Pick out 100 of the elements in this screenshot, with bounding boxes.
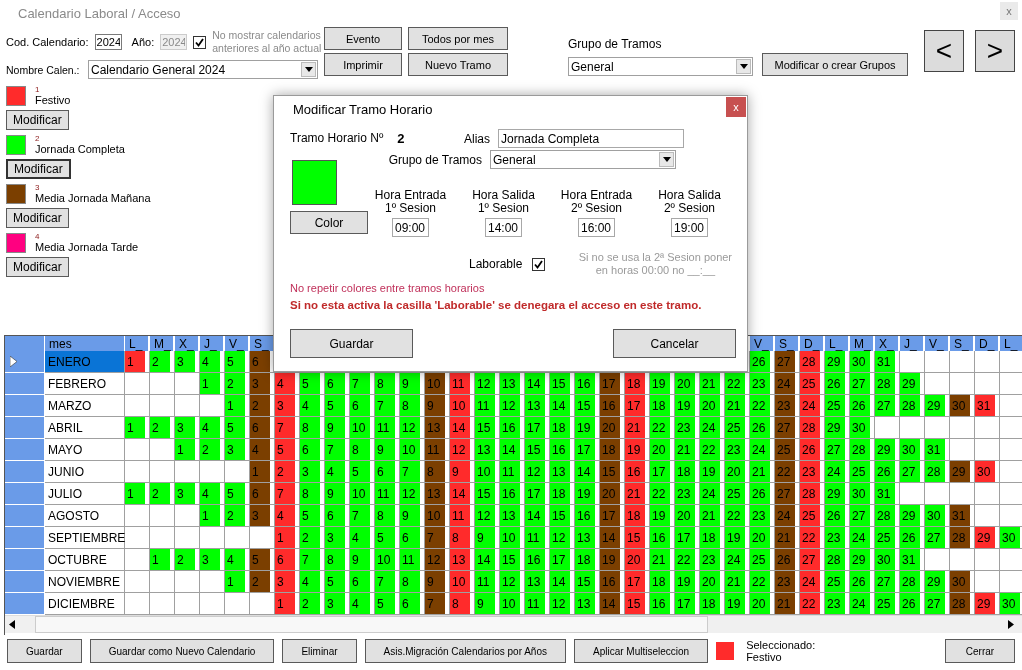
day-cell[interactable]: 4 xyxy=(275,373,295,394)
day-cell[interactable]: 29 xyxy=(825,417,845,438)
day-cell[interactable]: 18 xyxy=(625,505,645,526)
day-cell[interactable]: 28 xyxy=(800,417,820,438)
day-cell[interactable]: 17 xyxy=(550,549,570,570)
day-cell[interactable]: 14 xyxy=(525,373,545,394)
time-field[interactable]: 14:00 xyxy=(485,218,522,237)
day-cell[interactable]: 30 xyxy=(1000,593,1020,614)
month-cell[interactable]: FEBRERO xyxy=(45,373,125,394)
day-cell[interactable]: 7 xyxy=(325,439,345,460)
day-cell[interactable]: 31 xyxy=(900,549,920,570)
day-cell[interactable]: 2 xyxy=(150,417,170,438)
day-cell[interactable]: 5 xyxy=(325,395,345,416)
day-cell[interactable]: 19 xyxy=(725,527,745,548)
day-cell[interactable]: 28 xyxy=(900,571,920,592)
day-cell[interactable]: 22 xyxy=(650,417,670,438)
day-cell[interactable]: 29 xyxy=(900,505,920,526)
day-cell[interactable]: 18 xyxy=(650,395,670,416)
day-cell[interactable]: 4 xyxy=(200,351,220,372)
day-cell[interactable]: 5 xyxy=(325,571,345,592)
day-cell[interactable]: 21 xyxy=(750,461,770,482)
day-cell[interactable]: 25 xyxy=(875,593,895,614)
day-cell[interactable]: 10 xyxy=(350,417,370,438)
day-cell[interactable]: 22 xyxy=(725,373,745,394)
day-cell[interactable]: 21 xyxy=(700,373,720,394)
group-dropdown[interactable]: General xyxy=(568,57,753,76)
day-cell[interactable]: 11 xyxy=(475,571,495,592)
footer-button[interactable]: Aplicar Multiseleccion xyxy=(574,639,709,663)
day-cell[interactable]: 26 xyxy=(850,395,870,416)
day-cell[interactable]: 13 xyxy=(450,549,470,570)
day-cell[interactable]: 18 xyxy=(575,549,595,570)
day-cell[interactable]: 3 xyxy=(175,351,195,372)
day-cell[interactable]: 3 xyxy=(225,439,245,460)
day-cell[interactable]: 17 xyxy=(675,527,695,548)
day-cell[interactable]: 10 xyxy=(350,483,370,504)
row-header[interactable] xyxy=(5,351,45,373)
day-cell[interactable]: 23 xyxy=(750,505,770,526)
day-cell[interactable]: 1 xyxy=(225,395,245,416)
day-cell[interactable]: 13 xyxy=(575,527,595,548)
day-cell[interactable]: 25 xyxy=(725,483,745,504)
day-cell[interactable]: 15 xyxy=(475,483,495,504)
day-cell[interactable]: 20 xyxy=(750,527,770,548)
day-cell[interactable]: 11 xyxy=(450,373,470,394)
day-cell[interactable]: 6 xyxy=(400,527,420,548)
nav-button[interactable]: < xyxy=(924,30,964,72)
row-header[interactable] xyxy=(5,461,45,483)
day-cell[interactable]: 21 xyxy=(675,439,695,460)
day-cell[interactable]: 2 xyxy=(150,351,170,372)
day-cell[interactable]: 8 xyxy=(450,527,470,548)
day-cell[interactable]: 20 xyxy=(750,593,770,614)
row-header[interactable] xyxy=(5,571,45,593)
day-cell[interactable]: 12 xyxy=(550,527,570,548)
day-cell[interactable]: 3 xyxy=(175,417,195,438)
day-cell[interactable]: 18 xyxy=(650,571,670,592)
day-cell[interactable]: 29 xyxy=(925,395,945,416)
day-cell[interactable]: 2 xyxy=(300,527,320,548)
dialog-button[interactable]: Guardar xyxy=(290,329,413,358)
day-cell[interactable]: 16 xyxy=(575,505,595,526)
day-cell[interactable]: 8 xyxy=(400,571,420,592)
day-cell[interactable]: 30 xyxy=(1000,527,1020,548)
row-header[interactable] xyxy=(5,593,45,615)
day-cell[interactable]: 1 xyxy=(125,351,145,372)
day-cell[interactable]: 9 xyxy=(400,505,420,526)
day-cell[interactable]: 22 xyxy=(800,527,820,548)
day-cell[interactable]: 13 xyxy=(475,439,495,460)
day-cell[interactable]: 8 xyxy=(400,395,420,416)
close-button[interactable]: x xyxy=(1000,2,1018,20)
day-cell[interactable]: 7 xyxy=(350,505,370,526)
day-cell[interactable]: 28 xyxy=(850,439,870,460)
day-cell[interactable]: 26 xyxy=(750,351,770,372)
day-cell[interactable]: 12 xyxy=(475,505,495,526)
day-cell[interactable]: 3 xyxy=(325,593,345,614)
horizontal-scrollbar[interactable] xyxy=(5,615,1022,633)
row-header[interactable] xyxy=(5,549,45,571)
day-cell[interactable]: 3 xyxy=(275,571,295,592)
month-cell[interactable]: ABRIL xyxy=(45,417,125,438)
day-cell[interactable]: 6 xyxy=(300,439,320,460)
day-cell[interactable]: 27 xyxy=(925,527,945,548)
day-cell[interactable]: 14 xyxy=(550,395,570,416)
day-cell[interactable]: 28 xyxy=(925,461,945,482)
day-cell[interactable]: 2 xyxy=(175,549,195,570)
day-cell[interactable]: 6 xyxy=(275,549,295,570)
close-button[interactable]: Cerrar xyxy=(945,639,1015,663)
day-cell[interactable]: 23 xyxy=(825,527,845,548)
day-cell[interactable]: 15 xyxy=(525,439,545,460)
row-header[interactable] xyxy=(5,373,45,395)
day-cell[interactable]: 27 xyxy=(875,395,895,416)
day-cell[interactable]: 24 xyxy=(850,593,870,614)
day-cell[interactable]: 25 xyxy=(725,417,745,438)
day-cell[interactable]: 19 xyxy=(575,483,595,504)
time-field[interactable]: 09:00 xyxy=(392,218,429,237)
day-cell[interactable]: 8 xyxy=(300,417,320,438)
footer-button[interactable]: Guardar xyxy=(7,639,82,663)
day-cell[interactable]: 5 xyxy=(225,417,245,438)
row-header[interactable] xyxy=(5,505,45,527)
dialog-close-button[interactable]: x xyxy=(726,97,746,117)
calendar-dropdown[interactable]: Calendario General 2024 xyxy=(88,60,318,79)
day-cell[interactable]: 27 xyxy=(825,439,845,460)
day-cell[interactable]: 8 xyxy=(350,439,370,460)
alias-field[interactable]: Jornada Completa xyxy=(498,129,684,148)
